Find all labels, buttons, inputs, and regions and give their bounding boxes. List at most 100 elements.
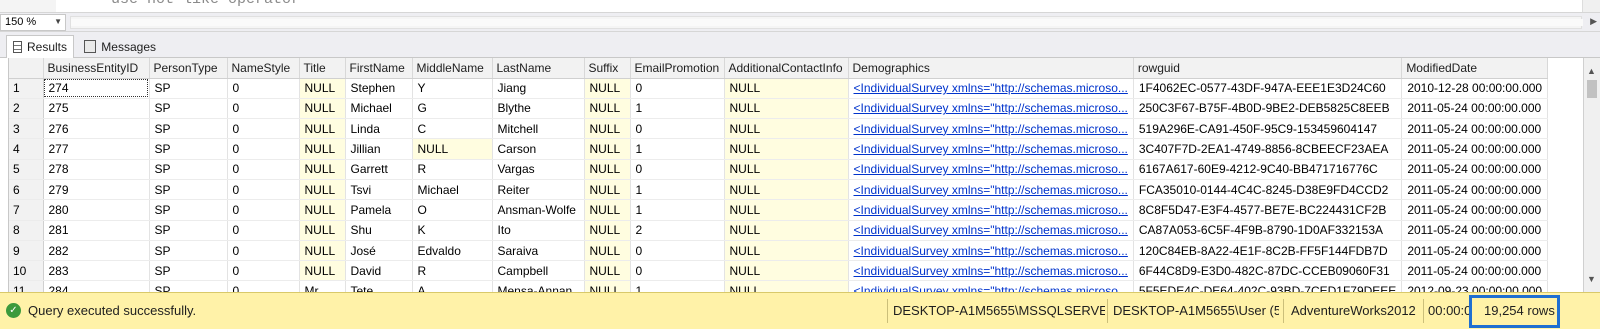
grid-cell[interactable]: Michael xyxy=(412,179,493,201)
column-header[interactable]: PersonType xyxy=(149,58,228,79)
grid-cell[interactable]: 0 xyxy=(227,220,300,241)
column-header[interactable]: Title xyxy=(299,58,346,79)
grid-cell[interactable]: <IndividualSurvey xmlns="http://schemas.… xyxy=(848,220,1134,241)
grid-cell[interactable]: 6F44C8D9-E3D0-482C-87DC-CCEB09060F31 xyxy=(1133,260,1403,282)
results-grid[interactable]: BusinessEntityID PersonType NameStyle Ti… xyxy=(8,58,1583,292)
grid-cell[interactable]: 2 xyxy=(630,220,725,241)
grid-cell[interactable]: Tsvi xyxy=(345,179,413,201)
grid-cell[interactable]: 3C407F7D-2EA1-4749-8856-8CBEECF23AEA xyxy=(1133,138,1403,160)
grid-cell[interactable]: <IndividualSurvey xmlns="http://schemas.… xyxy=(848,118,1134,140)
column-header[interactable]: Suffix xyxy=(584,58,631,79)
grid-cell[interactable]: 2011-05-24 00:00:00.000 xyxy=(1401,199,1549,221)
grid-cell[interactable]: 1 xyxy=(630,98,725,120)
grid-cell[interactable]: O xyxy=(412,199,493,221)
grid-cell[interactable]: NULL xyxy=(584,260,631,282)
grid-cell[interactable]: NULL xyxy=(299,240,346,262)
grid-cell[interactable]: SP xyxy=(149,199,228,221)
grid-cell[interactable]: NULL xyxy=(584,220,631,241)
grid-cell[interactable]: <IndividualSurvey xmlns="http://schemas.… xyxy=(848,98,1134,120)
grid-cell[interactable]: SP xyxy=(149,138,228,160)
column-header[interactable]: FirstName xyxy=(345,58,413,79)
row-number-cell[interactable]: 6 xyxy=(9,179,44,201)
grid-cell[interactable]: 284 xyxy=(43,280,150,292)
grid-vertical-scrollbar[interactable]: ▲ ▼ xyxy=(1583,58,1600,292)
scroll-down-icon[interactable]: ▼ xyxy=(1587,274,1596,284)
grid-cell[interactable]: 8C8F5D47-E3F4-4577-BE7E-BC224431CF2B xyxy=(1133,199,1403,221)
row-number-cell[interactable]: 5 xyxy=(9,159,44,180)
grid-cell[interactable]: 0 xyxy=(630,260,725,282)
editor-code-text[interactable]: use not like operator xyxy=(84,0,300,8)
grid-cell[interactable]: NULL xyxy=(299,260,346,282)
grid-cell[interactable]: NULL xyxy=(584,118,631,140)
grid-cell[interactable]: <IndividualSurvey xmlns="http://schemas.… xyxy=(848,260,1134,282)
grid-cell[interactable]: 2010-12-28 00:00:00.000 xyxy=(1401,78,1549,99)
column-header[interactable]: rowguid xyxy=(1133,58,1403,79)
grid-cell[interactable]: 5F5EDE4C-DE64-402C-93BD-7CED1F79DEEE xyxy=(1133,280,1403,292)
column-header[interactable]: BusinessEntityID xyxy=(43,58,150,79)
table-row[interactable]: 5 278 SP 0 NULL Garrett R Vargas NULL 0 NULL <Indiv… xyxy=(9,159,1549,180)
grid-cell[interactable]: Mr. xyxy=(299,280,346,292)
grid-cell[interactable]: 1 xyxy=(630,179,725,201)
grid-cell[interactable]: 1 xyxy=(630,199,725,221)
grid-cell[interactable]: 0 xyxy=(227,260,300,282)
grid-cell[interactable]: Stephen xyxy=(345,78,413,99)
grid-cell[interactable]: Saraiva xyxy=(492,240,585,262)
grid-cell[interactable]: 280 xyxy=(43,199,150,221)
grid-cell[interactable]: 0 xyxy=(227,159,300,180)
grid-cell[interactable]: NULL xyxy=(724,118,849,140)
grid-cell[interactable]: Carson xyxy=(492,138,585,160)
grid-cell[interactable]: Tete xyxy=(345,280,413,292)
grid-cell[interactable]: NULL xyxy=(299,220,346,241)
grid-cell[interactable]: Reiter xyxy=(492,179,585,201)
grid-cell[interactable]: Ansman-Wolfe xyxy=(492,199,585,221)
grid-cell[interactable]: 2012-09-23 00:00:00.000 xyxy=(1401,280,1549,292)
grid-cell[interactable]: C xyxy=(412,118,493,140)
grid-cell[interactable]: SP xyxy=(149,260,228,282)
grid-cell[interactable]: NULL xyxy=(724,179,849,201)
grid-cell[interactable]: <IndividualSurvey xmlns="http://schemas.… xyxy=(848,159,1134,180)
tab-messages[interactable]: Messages xyxy=(78,35,162,58)
scroll-up-icon[interactable]: ▲ xyxy=(1587,66,1596,76)
table-row[interactable]: 10 283 SP 0 NULL David R Campbell NULL 0 NULL <Indi… xyxy=(9,260,1549,282)
chevron-down-icon[interactable]: ▼ xyxy=(54,17,62,26)
grid-cell[interactable]: NULL xyxy=(584,240,631,262)
row-number-cell[interactable]: 7 xyxy=(9,199,44,221)
grid-cell[interactable]: SP xyxy=(149,159,228,180)
grid-cell[interactable]: <IndividualSurvey xmlns="http://schemas.… xyxy=(848,240,1134,262)
grid-cell[interactable]: 519A296E-CA91-450F-95C9-153459604147 xyxy=(1133,118,1403,140)
grid-cell[interactable]: 0 xyxy=(227,179,300,201)
grid-cell[interactable]: NULL xyxy=(724,199,849,221)
grid-cell[interactable]: 0 xyxy=(227,98,300,120)
grid-cell[interactable]: NULL xyxy=(299,118,346,140)
grid-cell[interactable]: 0 xyxy=(227,240,300,262)
grid-cell[interactable]: K xyxy=(412,220,493,241)
table-row[interactable]: 2 275 SP 0 NULL Michael G Blythe NULL 1 NULL <Indiv… xyxy=(9,98,1549,120)
grid-cell[interactable]: NULL xyxy=(584,280,631,292)
grid-cell[interactable]: NULL xyxy=(724,98,849,120)
table-row[interactable]: 7 280 SP 0 NULL Pamela O Ansman-Wolfe NULL 1 NULL <… xyxy=(9,199,1549,221)
grid-cell[interactable]: NULL xyxy=(584,179,631,201)
grid-cell[interactable]: 0 xyxy=(227,138,300,160)
grid-cell[interactable]: 1 xyxy=(630,138,725,160)
grid-cell[interactable]: Campbell xyxy=(492,260,585,282)
grid-cell[interactable]: <IndividualSurvey xmlns="http://schemas.… xyxy=(848,179,1134,201)
grid-cell[interactable]: SP xyxy=(149,179,228,201)
grid-cell[interactable]: NULL xyxy=(412,138,493,160)
grid-cell[interactable]: NULL xyxy=(724,280,849,292)
grid-cell[interactable]: <IndividualSurvey xmlns="http://schemas.… xyxy=(848,78,1134,99)
scroll-right-icon[interactable]: ▶ xyxy=(1590,16,1597,27)
table-row[interactable]: 3 276 SP 0 NULL Linda C Mitchell NULL 0 NULL <Indiv… xyxy=(9,118,1549,140)
grid-cell[interactable]: NULL xyxy=(724,138,849,160)
grid-cell[interactable]: 250C3F67-B75F-4B0D-9BE2-DEB5825C8EEB xyxy=(1133,98,1403,120)
grid-cell[interactable]: NULL xyxy=(724,78,849,99)
grid-cell[interactable]: SP xyxy=(149,118,228,140)
grid-cell[interactable]: 2011-05-24 00:00:00.000 xyxy=(1401,118,1549,140)
table-row[interactable]: 1 274 SP 0 NULL Stephen Y Jiang NULL 0 NULL <Indivi… xyxy=(9,78,1549,99)
table-row[interactable]: 9 282 SP 0 NULL José Edvaldo Saraiva NULL 0 NULL <I… xyxy=(9,240,1549,262)
grid-cell[interactable]: 281 xyxy=(43,220,150,241)
grid-cell[interactable]: 0 xyxy=(630,118,725,140)
grid-cell[interactable]: 276 xyxy=(43,118,150,140)
grid-cell[interactable]: NULL xyxy=(724,240,849,262)
grid-cell[interactable]: Ito xyxy=(492,220,585,241)
grid-cell[interactable]: NULL xyxy=(584,159,631,180)
